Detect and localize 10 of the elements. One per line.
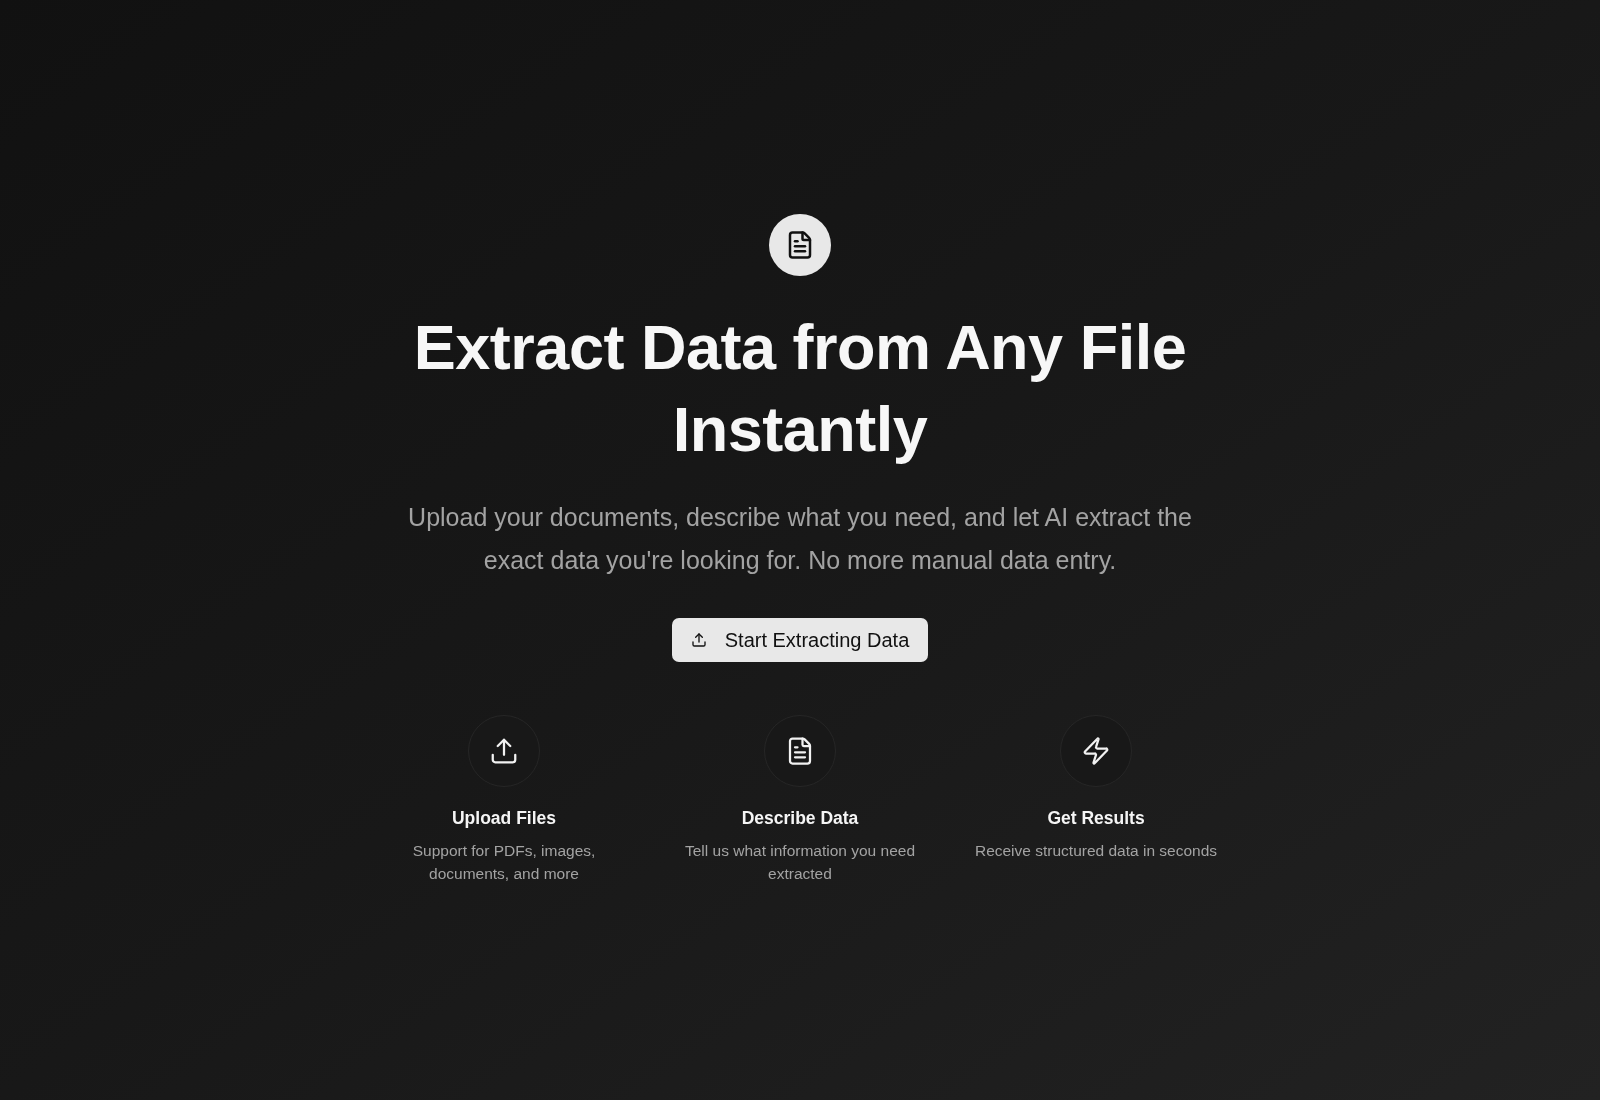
feature-description: Receive structured data in seconds xyxy=(974,841,1218,861)
hero-description: Upload your documents, describe what you need, and let AI extract the exact data you're looking for. No more manual data entry. xyxy=(407,502,1193,576)
feature-description: Tell us what information you need extracted xyxy=(683,841,917,884)
feature-title: Upload Files xyxy=(451,807,556,830)
start-extracting-button[interactable]: Start Extracting Data xyxy=(671,618,929,662)
upload-icon xyxy=(690,632,707,648)
feature-description: Support for PDFs, images, documents, and more xyxy=(411,841,597,884)
feature-title: Describe Data xyxy=(741,807,859,830)
feature-title: Get Results xyxy=(1047,807,1145,830)
page-heading: Extract Data from Any File Instantly xyxy=(412,311,1188,466)
